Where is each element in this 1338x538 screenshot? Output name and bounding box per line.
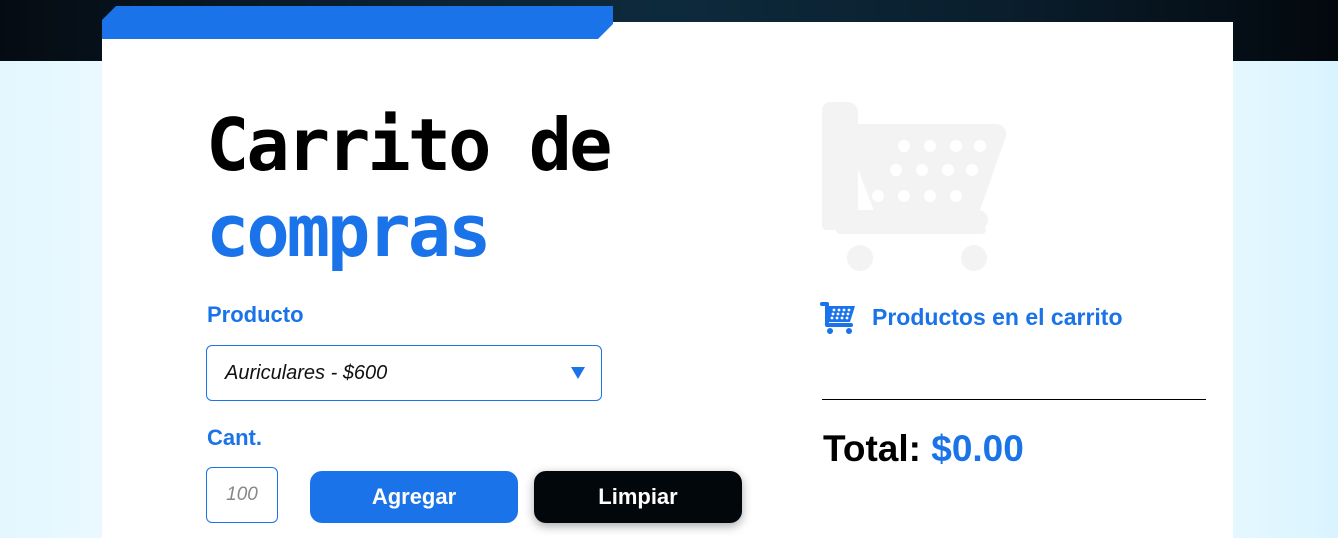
total-amount: $0.00: [931, 428, 1024, 469]
cart-card: [102, 22, 1233, 538]
divider: [822, 399, 1206, 400]
quantity-label: Cant.: [207, 425, 262, 450]
total-label: Total:: [823, 428, 921, 469]
product-select[interactable]: Auriculares - $600: [206, 345, 602, 401]
cart-heading: Productos en el carrito: [820, 300, 1123, 334]
card-accent-tab: [102, 6, 613, 39]
add-button[interactable]: Agregar: [310, 471, 518, 523]
page-title: Carrito de compras: [206, 102, 612, 274]
title-line-1: Carrito de: [206, 103, 612, 187]
quantity-input[interactable]: [206, 467, 278, 523]
cart-heading-text: Productos en el carrito: [872, 303, 1123, 330]
product-select-value: Auriculares - $600: [225, 361, 388, 384]
clear-button[interactable]: Limpiar: [534, 471, 742, 523]
shopping-cart-icon: [822, 102, 1007, 271]
product-label: Producto: [207, 302, 304, 327]
shopping-cart-icon: [820, 302, 855, 334]
cart-total: Total: $0.00: [823, 428, 1024, 470]
chevron-down-icon: [571, 367, 585, 379]
title-line-2: compras: [206, 189, 491, 273]
